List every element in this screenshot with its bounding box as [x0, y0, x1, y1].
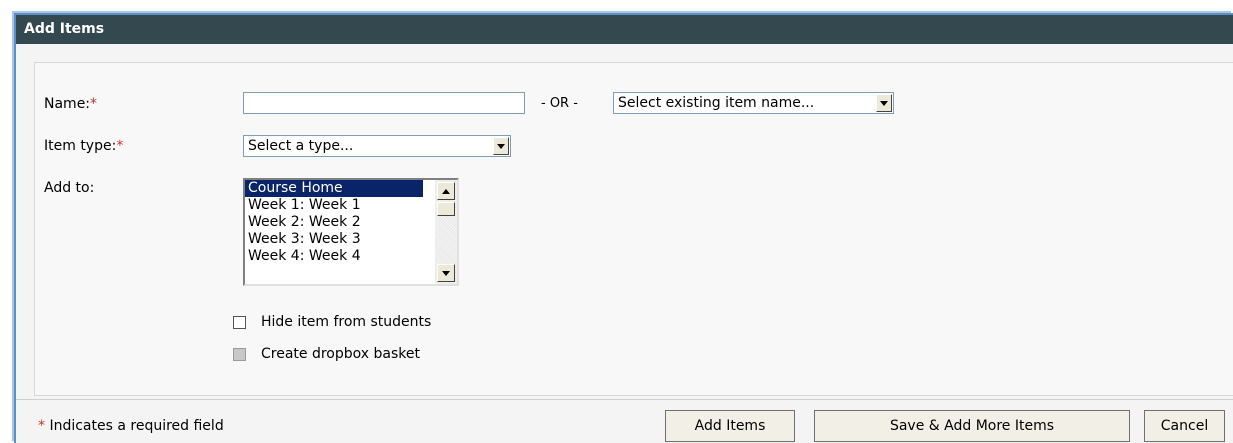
listbox-scrollbar[interactable] [435, 180, 457, 284]
item-type-label-text: Item type: [44, 138, 117, 154]
required-mark: * [116, 138, 124, 154]
cancel-button[interactable]: Cancel [1144, 410, 1225, 442]
required-mark: * [90, 96, 98, 112]
required-mark: * [38, 418, 45, 434]
add-to-label: Add to: [44, 180, 95, 196]
scroll-down-icon[interactable] [437, 264, 455, 282]
hide-item-checkbox[interactable] [233, 316, 246, 329]
listbox-option-week-2[interactable]: Week 2: Week 2 [245, 214, 423, 231]
add-items-button[interactable]: Add Items [665, 410, 795, 442]
scroll-up-icon[interactable] [437, 182, 455, 200]
name-input[interactable] [243, 92, 525, 114]
existing-item-select[interactable]: Select existing item name... [613, 92, 894, 114]
or-separator: - OR - [541, 96, 578, 111]
dropbox-checkbox[interactable] [233, 348, 246, 361]
save-add-more-button[interactable]: Save & Add More Items [814, 410, 1130, 442]
dialog-footer: * Indicates a required field Add Items S… [16, 399, 1233, 443]
listbox-option-week-3[interactable]: Week 3: Week 3 [245, 231, 423, 248]
item-type-select[interactable]: Select a type... [243, 135, 511, 157]
dropbox-label: Create dropbox basket [261, 346, 420, 362]
required-note-text: Indicates a required field [49, 418, 224, 434]
dropdown-arrow-icon[interactable] [876, 94, 892, 112]
listbox-option-week-4[interactable]: Week 4: Week 4 [245, 248, 423, 265]
add-to-listbox[interactable]: Course Home Week 1: Week 1 Week 2: Week … [243, 178, 459, 286]
listbox-option-course-home[interactable]: Course Home [245, 180, 423, 197]
hide-item-label: Hide item from students [261, 314, 432, 330]
dialog-title: Add Items [16, 15, 1233, 44]
existing-item-select-value: Select existing item name... [618, 95, 815, 111]
scroll-thumb[interactable] [437, 202, 455, 216]
add-items-dialog: Add Items Name:* - OR - Select existing … [14, 13, 1233, 443]
add-to-options: Course Home Week 1: Week 1 Week 2: Week … [245, 180, 423, 265]
listbox-option-week-1[interactable]: Week 1: Week 1 [245, 197, 423, 214]
required-note: * Indicates a required field [38, 418, 224, 434]
name-label: Name:* [44, 96, 97, 112]
dropdown-arrow-icon[interactable] [493, 137, 509, 155]
form-panel: Name:* - OR - Select existing item name.… [34, 62, 1233, 396]
name-label-text: Name: [44, 96, 91, 112]
item-type-label: Item type:* [44, 138, 123, 154]
item-type-select-value: Select a type... [248, 138, 354, 154]
